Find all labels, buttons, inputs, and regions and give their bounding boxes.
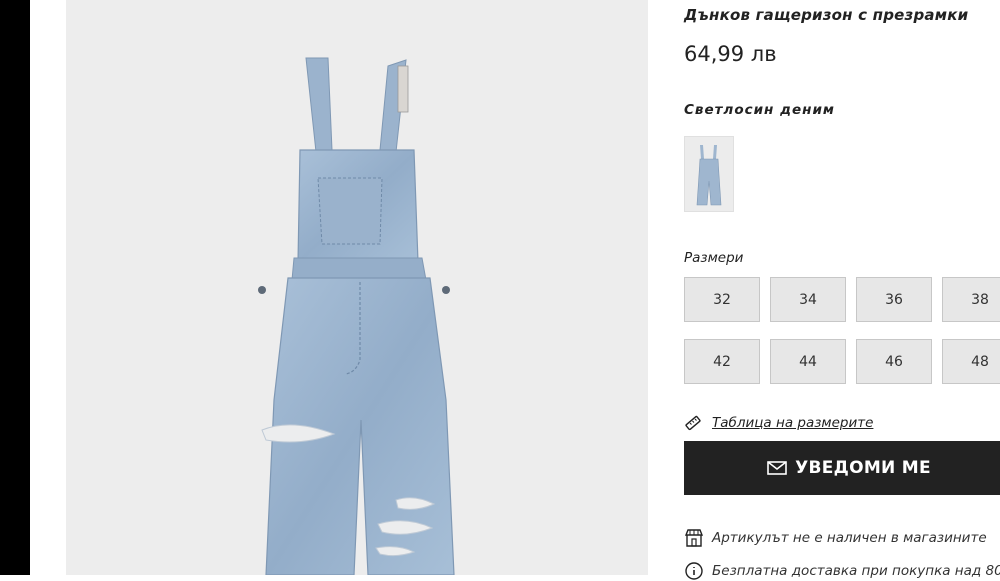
size-option-36[interactable]: 36 xyxy=(856,277,932,322)
envelope-icon xyxy=(767,461,787,475)
sizes-label: Размери xyxy=(684,250,744,266)
size-guide-label: Таблица на размерите xyxy=(712,415,874,431)
denim-overalls-image xyxy=(258,57,455,575)
size-guide-link[interactable]: Таблица на размерите xyxy=(684,412,873,434)
size-option-32[interactable]: 32 xyxy=(684,277,760,322)
color-name: Светлосин деним xyxy=(684,102,835,118)
size-option-42[interactable]: 42 xyxy=(684,339,760,384)
size-option-48[interactable]: 48 xyxy=(942,339,1000,384)
store-availability-text: Артикулът не е наличен в магазините xyxy=(712,530,987,546)
size-option-46[interactable]: 46 xyxy=(856,339,932,384)
ruler-icon xyxy=(685,415,701,431)
delivery-info: Безплатна доставка при покупка над 80 xyxy=(684,561,1000,581)
delivery-info-text: Безплатна доставка при покупка над 80 xyxy=(712,563,1000,579)
notify-me-label: УВЕДОМИ МЕ xyxy=(795,458,931,478)
product-image[interactable] xyxy=(66,0,648,575)
store-availability: Артикулът не е наличен в магазините xyxy=(684,528,987,548)
product-title: Дънков гащеризон с презрамки xyxy=(684,6,969,24)
color-swatch-light-blue[interactable] xyxy=(684,136,734,212)
product-price: 64,99 лв xyxy=(684,42,777,66)
size-option-34[interactable]: 34 xyxy=(770,277,846,322)
product-info: Дънков гащеризон с презрамки 64,99 лв Св… xyxy=(684,0,1000,580)
info-icon xyxy=(685,562,703,580)
store-icon xyxy=(684,529,704,547)
notify-me-button[interactable]: УВЕДОМИ МЕ xyxy=(684,441,1000,495)
left-dark-bar xyxy=(0,0,30,575)
size-option-44[interactable]: 44 xyxy=(770,339,846,384)
denim-thumbnail-icon xyxy=(696,145,722,206)
size-option-38[interactable]: 38 xyxy=(942,277,1000,322)
